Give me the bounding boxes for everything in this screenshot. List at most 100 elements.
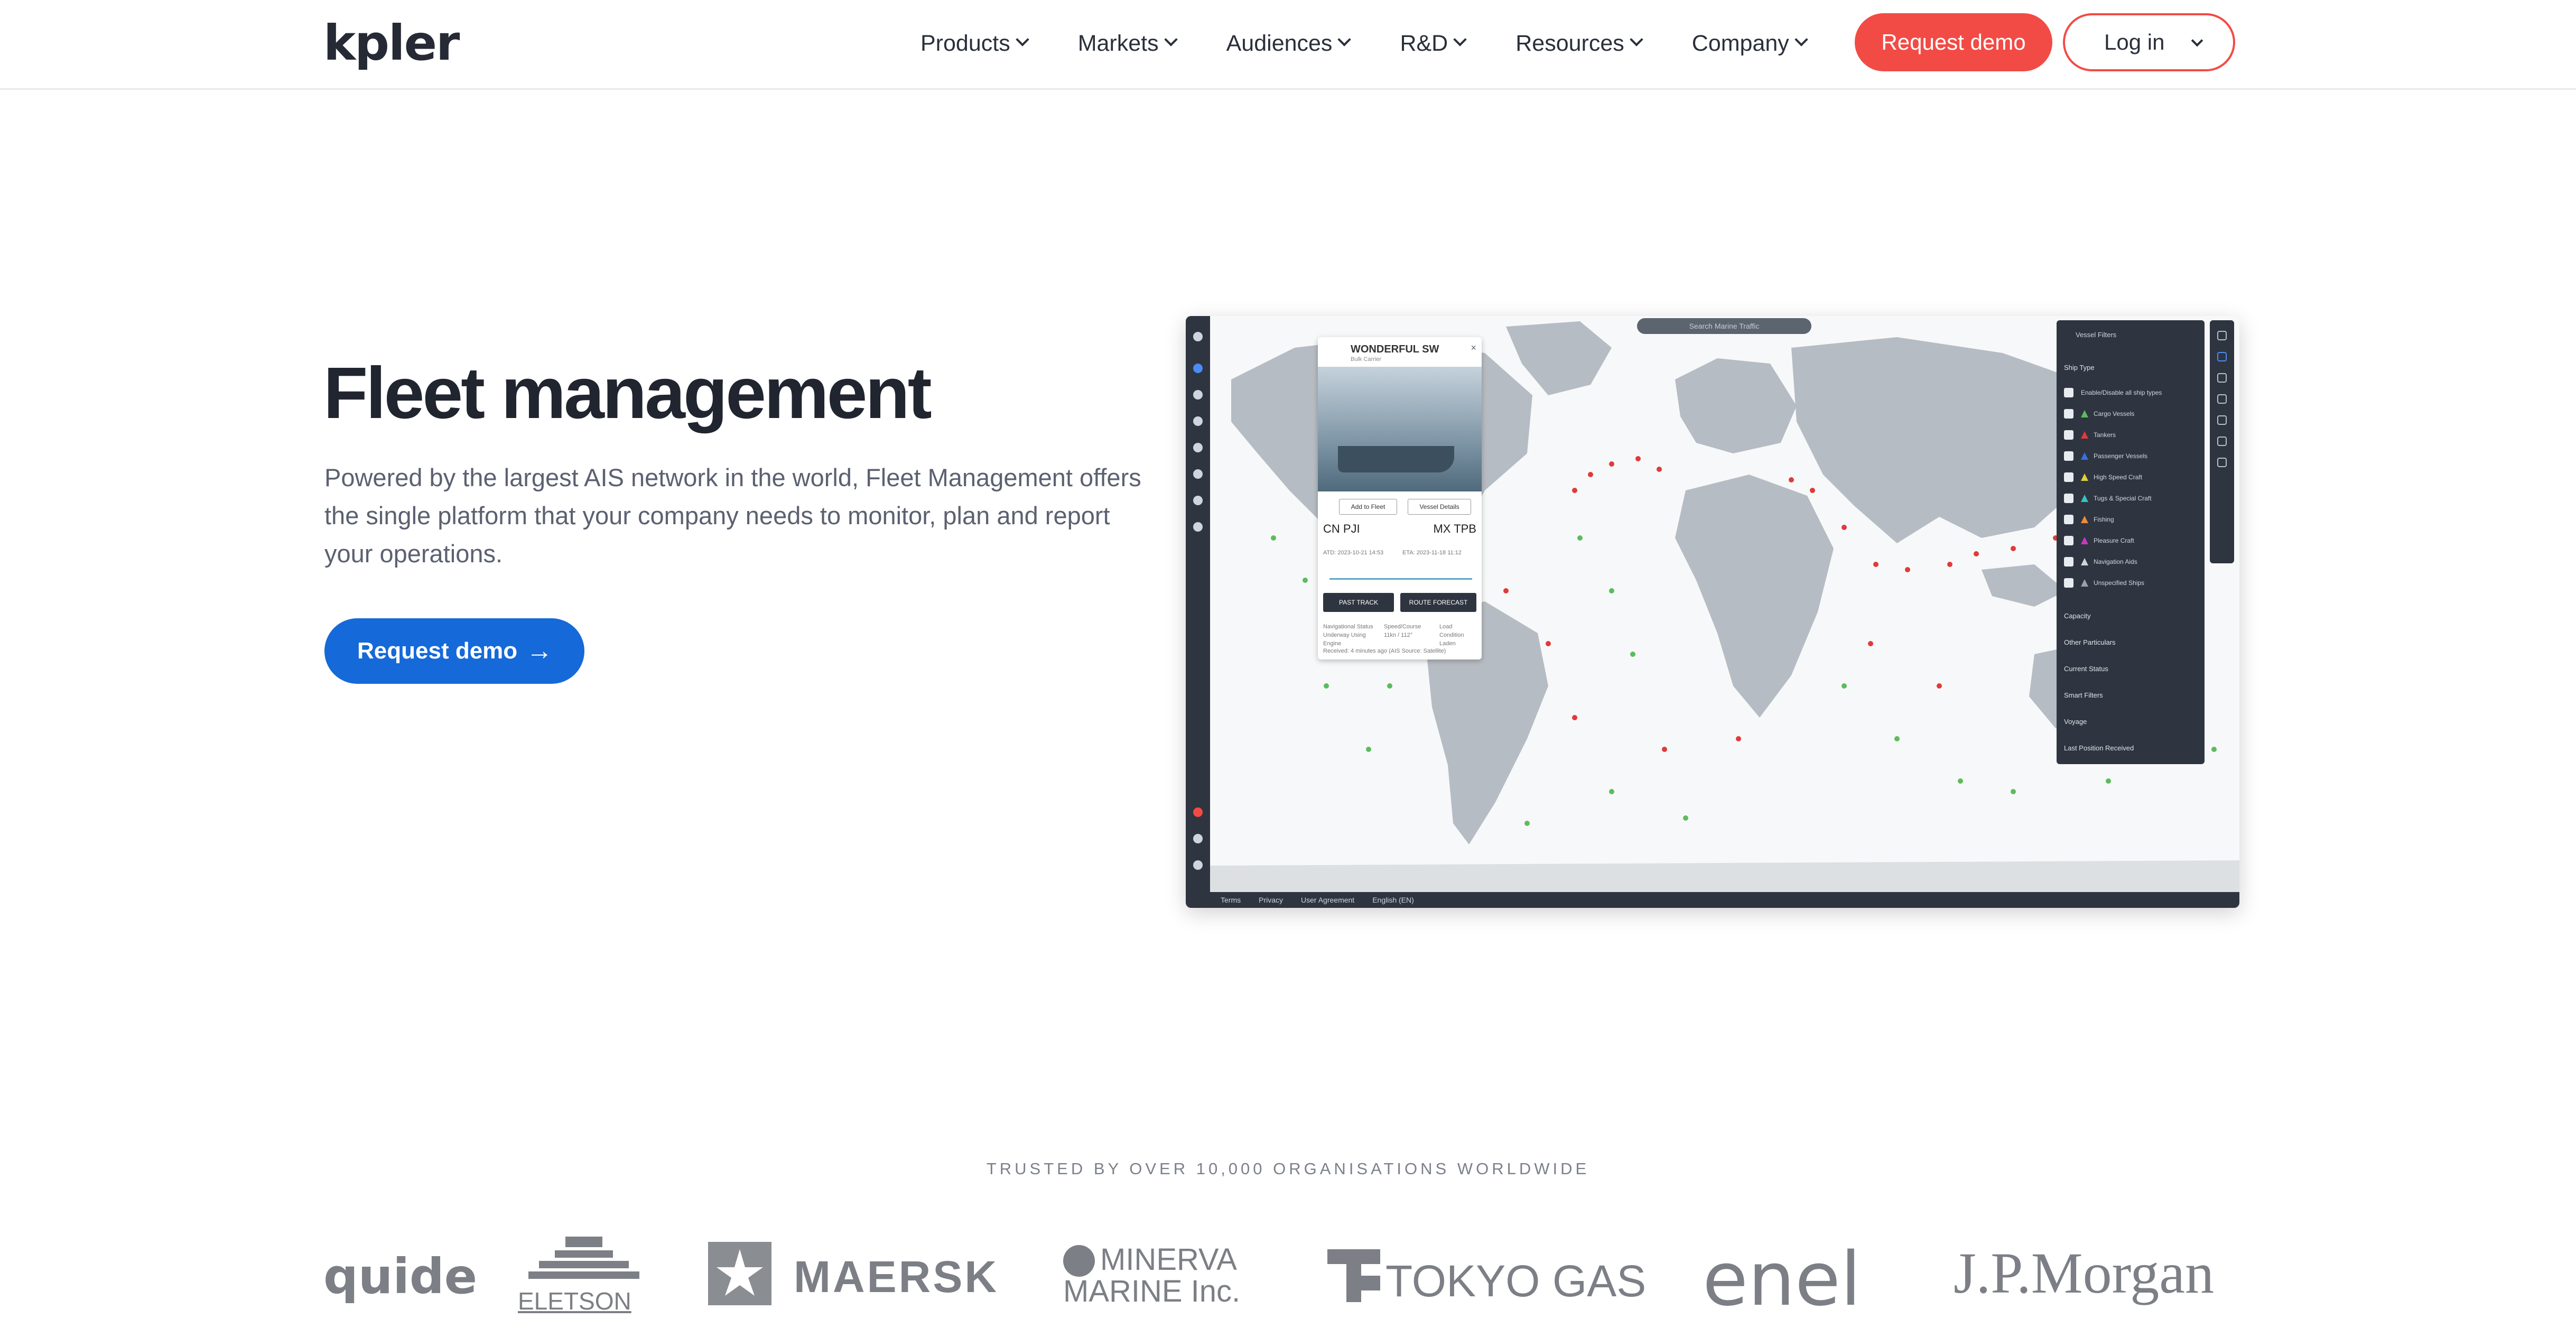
ship-icon[interactable] <box>1193 496 1203 505</box>
kpler-logo[interactable]: kpler <box>323 19 460 68</box>
hero-request-demo-button[interactable]: Request demo → <box>324 618 584 684</box>
filter-item[interactable]: High Speed Craft <box>2064 472 2142 482</box>
top-navbar: kpler Products Markets Audiences R&D Res… <box>0 0 2576 90</box>
filter-item[interactable]: Navigation Aids <box>2064 557 2137 567</box>
map-search-input[interactable]: Search Marine Traffic <box>1637 318 1811 334</box>
help-icon[interactable] <box>1193 834 1203 843</box>
nav-item-company[interactable]: Company <box>1692 31 1808 57</box>
chevron-down-icon <box>1794 33 1808 47</box>
filter-item[interactable]: Fishing <box>2064 515 2114 524</box>
target-icon[interactable] <box>1193 522 1203 532</box>
filter-icon[interactable] <box>2217 352 2227 361</box>
nav-label: Markets <box>1077 30 1159 56</box>
hero-cta-label: Request demo <box>357 638 518 664</box>
filter-item[interactable]: Passenger Vessels <box>2064 451 2147 461</box>
language-select[interactable]: English (EN) <box>1372 896 1414 904</box>
checkbox[interactable] <box>2064 451 2073 461</box>
filter-label: High Speed Craft <box>2094 473 2143 481</box>
login-button[interactable]: Log in <box>2063 13 2235 71</box>
trusted-label: TRUSTED BY OVER 10,000 ORGANISATIONS WOR… <box>986 1159 1590 1178</box>
checkbox[interactable] <box>2064 578 2073 588</box>
nav-label: R&D <box>1400 30 1448 56</box>
login-label: Log in <box>2104 30 2165 54</box>
filters-title: Vessel Filters <box>2076 331 2117 339</box>
checkbox[interactable] <box>2064 409 2073 419</box>
filter-section-status[interactable]: Current Status <box>2064 665 2108 673</box>
anchor-icon[interactable] <box>1193 416 1203 426</box>
high-speed-craft-icon <box>2081 473 2088 481</box>
filter-item[interactable]: Tankers <box>2064 430 2116 440</box>
vessel-name: WONDERFUL SW <box>1351 343 1439 355</box>
nav-item-products[interactable]: Products <box>920 30 1029 57</box>
filter-section-capacity[interactable]: Capacity <box>2064 612 2091 620</box>
tug-icon <box>2081 495 2088 502</box>
filter-item[interactable]: Enable/Disable all ship types <box>2064 388 2162 397</box>
checkbox[interactable] <box>2064 472 2073 482</box>
user-agreement-link[interactable]: User Agreement <box>1301 896 1354 904</box>
play-icon[interactable] <box>2217 437 2227 446</box>
close-icon[interactable]: × <box>1471 342 1476 354</box>
checkbox[interactable] <box>2064 430 2073 440</box>
add-to-fleet-button[interactable]: Add to Fleet <box>1339 499 1397 515</box>
cargo-vessel-icon <box>2081 410 2088 417</box>
filter-item[interactable]: Unspecified Ships <box>2064 578 2144 588</box>
filter-item[interactable]: Cargo Vessels <box>2064 409 2134 419</box>
measure-icon[interactable] <box>2217 394 2227 404</box>
past-track-button[interactable]: PAST TRACK <box>1323 593 1394 612</box>
layers-icon[interactable] <box>2217 331 2227 340</box>
ship-type-section[interactable]: Ship Type <box>2064 364 2095 372</box>
filter-section-smart[interactable]: Smart Filters <box>2064 691 2103 699</box>
maersk-logo: MAERSK <box>794 1252 999 1302</box>
nav-item-audiences[interactable]: Audiences <box>1226 31 1352 57</box>
nav-status-label: Navigational Status <box>1323 624 1373 630</box>
document-icon[interactable] <box>1193 469 1203 479</box>
pleasure-craft-icon <box>2081 537 2088 544</box>
filter-section-last-position[interactable]: Last Position Received <box>2064 744 2134 752</box>
checkbox[interactable] <box>2064 388 2073 397</box>
vessel-info-card: WONDERFUL SW Bulk Carrier × Add to Fleet… <box>1318 337 1482 660</box>
north-icon[interactable] <box>2217 458 2227 467</box>
checkbox[interactable] <box>2064 494 2073 503</box>
fleet-icon[interactable] <box>1193 390 1203 400</box>
user-icon[interactable] <box>1193 860 1203 870</box>
vessel-type: Bulk Carrier <box>1351 356 1382 363</box>
request-demo-button[interactable]: Request demo <box>1855 13 2052 71</box>
route-icon[interactable] <box>1193 443 1203 452</box>
main-nav: Products Markets Audiences R&D Resources… <box>920 27 1857 59</box>
nav-item-resources[interactable]: Resources <box>1515 30 1643 57</box>
voyage-progress-line <box>1329 578 1472 580</box>
route-forecast-button[interactable]: ROUTE FORECAST <box>1400 593 1476 612</box>
checkbox[interactable] <box>2064 515 2073 524</box>
chevron-down-icon <box>1630 33 1643 47</box>
map-tools <box>2210 320 2234 563</box>
nav-item-markets[interactable]: Markets <box>1077 30 1178 57</box>
filter-item[interactable]: Pleasure Craft <box>2064 536 2134 545</box>
nav-label: Products <box>920 30 1010 56</box>
menu-icon[interactable] <box>1193 332 1203 341</box>
filter-label: Tankers <box>2094 431 2116 439</box>
load-value: Laden <box>1439 640 1456 647</box>
nav-label: Resources <box>1515 30 1624 56</box>
load-label: Load Condition <box>1439 624 1464 638</box>
alert-icon[interactable] <box>1193 807 1203 817</box>
terms-link[interactable]: Terms <box>1221 896 1241 904</box>
filter-label: Unspecified Ships <box>2094 579 2145 587</box>
checkbox[interactable] <box>2064 557 2073 567</box>
page-title: Fleet management <box>323 352 932 434</box>
chevron-down-icon <box>1337 33 1352 47</box>
checkbox[interactable] <box>2064 536 2073 545</box>
maersk-star-icon <box>708 1242 771 1305</box>
origin-port: CN PJI <box>1323 522 1360 535</box>
privacy-link[interactable]: Privacy <box>1259 896 1283 904</box>
weather-icon[interactable] <box>2217 373 2227 383</box>
zoom-icon[interactable] <box>2217 415 2227 425</box>
vessel-details-button[interactable]: Vessel Details <box>1408 499 1471 515</box>
filter-item[interactable]: Tugs & Special Craft <box>2064 494 2152 503</box>
filter-section-voyage[interactable]: Voyage <box>2064 718 2087 726</box>
chevron-down-icon <box>1164 33 1178 47</box>
tokyo-gas-mark <box>1327 1249 1380 1302</box>
filter-section-other[interactable]: Other Particulars <box>2064 638 2116 646</box>
eta-text: ETA: 2023-11-18 11:12 <box>1402 550 1462 556</box>
map-icon[interactable] <box>1193 364 1203 373</box>
nav-item-rnd[interactable]: R&D <box>1400 30 1467 57</box>
